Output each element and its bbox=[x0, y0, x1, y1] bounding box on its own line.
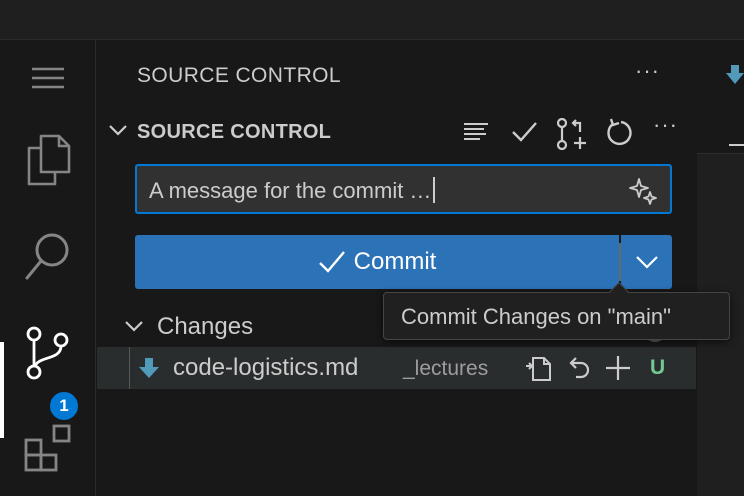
pull-request-icon[interactable] bbox=[556, 117, 590, 155]
editor-area bbox=[697, 40, 744, 496]
activity-bar: 1 bbox=[0, 40, 96, 496]
markdown-file-icon[interactable] bbox=[725, 64, 744, 91]
chevron-down-icon[interactable] bbox=[123, 318, 145, 341]
more-actions-icon[interactable]: ··· bbox=[635, 58, 660, 84]
title-bar bbox=[0, 0, 744, 40]
changes-label: Changes bbox=[157, 313, 254, 340]
untracked-status: U bbox=[650, 356, 666, 379]
file-name: code-logistics.md bbox=[173, 354, 359, 381]
sparkle-icon[interactable] bbox=[628, 176, 658, 211]
section-more-icon[interactable]: ··· bbox=[653, 112, 678, 138]
source-control-badge: 1 bbox=[48, 390, 80, 422]
search-icon[interactable] bbox=[0, 228, 96, 284]
file-row[interactable]: code-logistics.md _lectures U bbox=[97, 347, 696, 389]
menu-icon[interactable] bbox=[0, 60, 96, 96]
pane-title: SOURCE CONTROL bbox=[137, 64, 341, 87]
chevron-down-icon[interactable] bbox=[107, 120, 129, 145]
section-title: SOURCE CONTROL bbox=[137, 121, 332, 143]
open-file-icon[interactable] bbox=[524, 354, 554, 387]
source-control-icon[interactable] bbox=[0, 320, 96, 386]
commit-dropdown-button[interactable] bbox=[621, 235, 672, 289]
section-header[interactable]: SOURCE CONTROL ··· bbox=[97, 112, 696, 151]
stage-changes-icon[interactable] bbox=[604, 354, 632, 387]
source-control-sidebar: SOURCE CONTROL ··· SOURCE CONTROL ··· A … bbox=[97, 40, 696, 496]
tooltip-text: Commit Changes on "main" bbox=[401, 304, 671, 329]
commit-message-input[interactable]: A message for the commit … bbox=[135, 164, 672, 214]
check-icon bbox=[318, 251, 345, 273]
files-icon[interactable] bbox=[0, 132, 96, 188]
commit-button[interactable]: Commit bbox=[135, 235, 619, 289]
markdown-file-icon bbox=[137, 356, 161, 385]
commit-button-label: Commit bbox=[353, 248, 437, 275]
refresh-icon[interactable] bbox=[605, 118, 635, 153]
editor-tab-strip bbox=[697, 40, 744, 154]
chevron-down-icon bbox=[635, 256, 658, 269]
tab-indicator bbox=[729, 144, 744, 146]
commit-tooltip: Commit Changes on "main" bbox=[383, 282, 730, 340]
discard-changes-icon[interactable] bbox=[566, 354, 592, 387]
commit-message-placeholder: A message for the commit … bbox=[149, 177, 436, 204]
commit-check-icon[interactable] bbox=[510, 118, 538, 151]
indent-guide bbox=[129, 347, 130, 389]
view-as-list-icon[interactable] bbox=[462, 118, 490, 151]
extensions-icon[interactable] bbox=[0, 420, 96, 476]
file-directory: _lectures bbox=[403, 357, 489, 380]
